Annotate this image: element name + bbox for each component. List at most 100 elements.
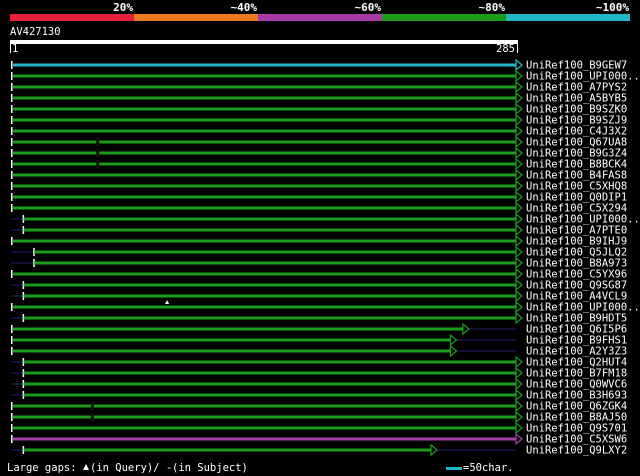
subject-gap-marker (90, 402, 94, 410)
alignment-start-tick (11, 413, 13, 421)
alignment-end-arrow-icon (515, 366, 523, 380)
alignment-bar (23, 360, 516, 364)
unaligned-region (11, 317, 24, 319)
unaligned-region (11, 383, 24, 385)
alignment-end-arrow-icon (515, 58, 523, 72)
alignment-bar (13, 74, 516, 78)
unaligned-region (456, 339, 516, 341)
alignment-bar (13, 305, 516, 309)
alignment-overview: 20% ~40% ~60% ~80% ~100% AV427130 1 285 UniR… (7, 1, 640, 474)
alignment-end-arrow-icon (515, 388, 523, 402)
alignment-end-arrow-icon (515, 102, 523, 116)
alignment-end-arrow-icon (515, 113, 523, 127)
alignment-end-arrow-icon (515, 355, 523, 369)
alignment-end-arrow-icon (515, 289, 523, 303)
alignment-start-tick (11, 303, 13, 311)
alignment-row[interactable]: UniRef100_UPI000.. (11, 300, 640, 314)
alignment-end-arrow-icon (515, 278, 523, 292)
alignment-end-arrow-icon (515, 410, 523, 424)
alignment-end-arrow-icon (515, 201, 523, 215)
alignment-start-tick (11, 325, 13, 333)
alignment-end-arrow-icon (515, 69, 523, 83)
query-bar (10, 40, 518, 44)
alignment-label[interactable]: UniRef100_Q9LXY2 (526, 445, 627, 457)
legend-scale-text: =50char. (463, 462, 514, 474)
alignment-start-tick (11, 127, 13, 135)
query-gap-marker-icon (165, 300, 170, 304)
alignment-end-arrow-icon (515, 80, 523, 94)
alignment-end-arrow-icon (515, 267, 523, 281)
legend-subject-gap-text: (in Subject) (172, 462, 248, 474)
alignment-end-arrow-icon (515, 190, 523, 204)
alignment-end-arrow-icon (515, 432, 523, 446)
subject-gap-marker (96, 149, 100, 157)
alignment-start-tick (11, 61, 13, 69)
alignment-start-tick (11, 270, 13, 278)
alignment-row[interactable]: UniRef100_Q9LXY2 (11, 443, 627, 457)
alignment-bar (13, 206, 516, 210)
alignment-rows: UniRef100_B9GEW7UniRef100_UPI000..UniRef… (11, 58, 640, 457)
alignment-end-arrow-icon (515, 212, 523, 226)
unaligned-region (11, 449, 24, 451)
unaligned-region (456, 350, 516, 352)
alignment-start-tick (11, 182, 13, 190)
identity-segment-2 (134, 14, 258, 21)
alignment-bar (23, 382, 516, 386)
unaligned-region (11, 218, 24, 220)
alignment-bar (13, 426, 516, 430)
unaligned-region (11, 295, 24, 297)
alignment-start-tick (11, 72, 13, 80)
alignment-end-arrow-icon (515, 157, 523, 171)
alignment-bar (34, 250, 517, 254)
alignment-bar (13, 173, 516, 177)
query-start-tick (10, 44, 11, 53)
alignment-start-tick (11, 171, 13, 179)
unaligned-region (11, 229, 24, 231)
alignment-bar (13, 184, 516, 188)
alignment-bar (23, 283, 516, 287)
alignment-end-arrow-icon (462, 322, 470, 336)
alignment-bar (13, 272, 516, 276)
identity-color-scale: 20% ~40% ~60% ~80% ~100% (10, 1, 630, 21)
alignment-end-arrow-icon (515, 223, 523, 237)
legend-query-gap-text: (in Query)/ (90, 462, 160, 474)
alignment-start-tick (11, 83, 13, 91)
alignment-bar (13, 96, 516, 100)
query-end-label: 285 (496, 43, 515, 55)
alignment-end-arrow-icon (515, 245, 523, 259)
query-gap-marker-icon (83, 464, 89, 470)
alignment-bar (23, 217, 516, 221)
alignment-start-tick (11, 193, 13, 201)
identity-segment-5 (506, 14, 630, 21)
alignment-bar (13, 162, 516, 166)
alignment-bar (13, 338, 451, 342)
unaligned-region (11, 262, 35, 264)
alignment-bar (23, 448, 431, 452)
alignment-end-arrow-icon (515, 300, 523, 314)
alignment-start-tick (11, 237, 13, 245)
alignment-bar (13, 239, 516, 243)
identity-label: ~40% (231, 1, 258, 14)
alignment-bar (13, 437, 516, 441)
alignment-bar (13, 349, 451, 353)
alignment-bar (13, 404, 516, 408)
alignment-bar (13, 107, 516, 111)
alignment-bar (34, 261, 517, 265)
alignment-end-arrow-icon (515, 256, 523, 270)
unaligned-region (468, 328, 516, 330)
alignment-bar (23, 371, 516, 375)
alignment-start-tick (11, 204, 13, 212)
unaligned-region (11, 284, 24, 286)
alignment-end-arrow-icon (449, 333, 458, 347)
unaligned-region (11, 372, 24, 374)
alignment-end-arrow-icon (515, 421, 523, 435)
alignment-end-arrow-icon (515, 91, 523, 105)
alignment-end-arrow-icon (515, 168, 523, 182)
alignment-bar (13, 140, 516, 144)
alignment-end-arrow-icon (515, 124, 523, 138)
alignment-start-tick (11, 336, 13, 344)
alignment-bar (13, 129, 516, 133)
unaligned-region (11, 251, 35, 253)
alignment-bar (13, 63, 516, 67)
alignment-end-arrow-icon (515, 311, 523, 325)
